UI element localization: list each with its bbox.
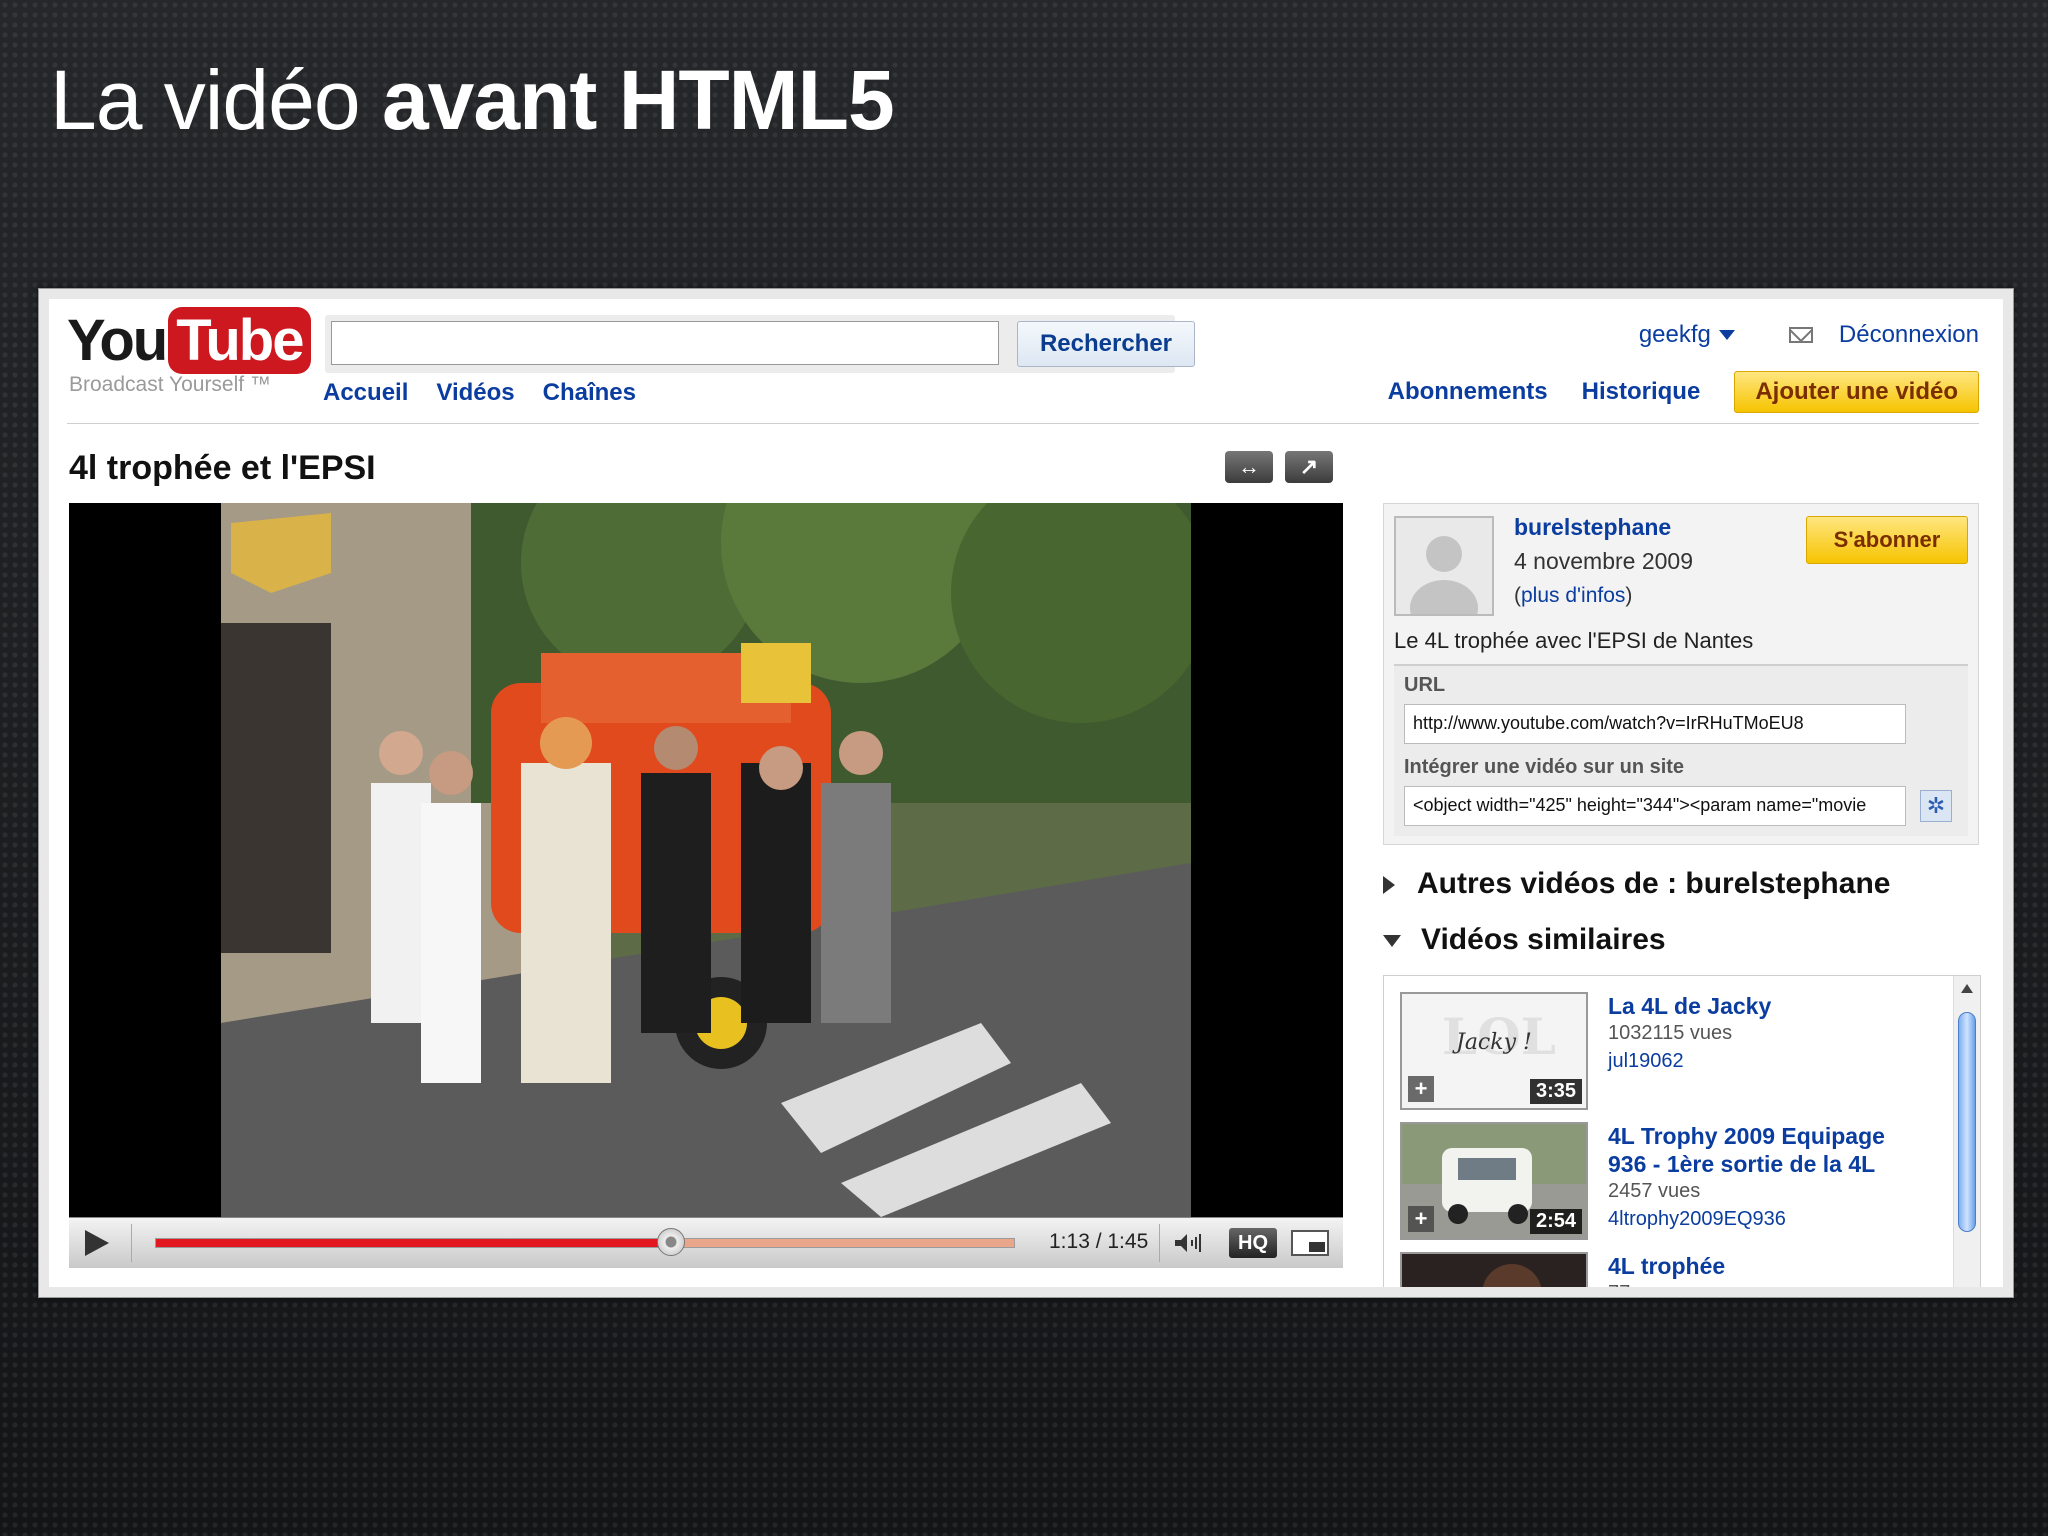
publish-date: 4 novembre 2009	[1514, 548, 1694, 574]
video-screen[interactable]	[69, 503, 1343, 1217]
search-input[interactable]	[331, 321, 999, 365]
view-count: 2457 vues	[1608, 1180, 1701, 1202]
collapse-icon	[1383, 935, 1401, 948]
nav-videos[interactable]: Vidéos	[436, 379, 514, 406]
video-title: 4l trophée et l'EPSI	[69, 449, 376, 487]
embed-label: Intégrer une vidéo sur un site	[1404, 756, 1685, 778]
list-item[interactable]: 4L trophée 77	[1400, 1252, 1940, 1287]
logo-you: You	[67, 308, 168, 373]
video-thumbnail[interactable]	[1400, 1252, 1588, 1287]
related-title-link[interactable]: 4L trophée	[1608, 1252, 1928, 1280]
video-player[interactable]: 1:13 / 1:45 HQ	[69, 503, 1343, 1268]
related-videos-list: LOL Jacky ! + 3:35 La 4L de Jacky 103211…	[1383, 975, 1981, 1287]
scrollbar[interactable]	[1953, 976, 1980, 1287]
mail-icon[interactable]	[1788, 327, 1813, 343]
slide-title-light: La vidéo	[50, 53, 361, 147]
hq-button[interactable]: HQ	[1229, 1228, 1277, 1258]
main-nav: Accueil Vidéos Chaînes	[323, 379, 664, 407]
account-nav: Abonnements Historique Ajouter une vidéo	[1388, 371, 1979, 413]
subscribe-button[interactable]: S'abonner	[1806, 516, 1968, 564]
divider	[1159, 1224, 1160, 1262]
related-title-link[interactable]: 4L Trophy 2009 Equipage 936 - 1ère sorti…	[1608, 1122, 1928, 1178]
time-display: 1:13 / 1:45	[1049, 1230, 1149, 1253]
view-count: 1032115 vues	[1608, 1022, 1733, 1044]
duration-badge: 2:54	[1529, 1209, 1582, 1234]
uploader-info-box: burelstephane 4 novembre 2009 (plus d'in…	[1383, 503, 1979, 845]
related-title: Vidéos similaires	[1421, 923, 1666, 956]
username-menu[interactable]: geekfg	[1639, 321, 1711, 349]
logout-link[interactable]: Déconnexion	[1839, 321, 1979, 349]
tagline: Broadcast Yourself ™	[69, 373, 271, 396]
more-from-title: Autres vidéos de : burelstephane	[1417, 867, 1891, 900]
header-divider	[67, 423, 1979, 424]
history-link[interactable]: Historique	[1582, 378, 1701, 406]
related-title-link[interactable]: La 4L de Jacky	[1608, 992, 1928, 1020]
share-panel: URL http://www.youtube.com/watch?v=IrRHu…	[1394, 664, 1968, 836]
volume-icon[interactable]	[1173, 1232, 1203, 1254]
seek-bar[interactable]	[155, 1228, 1015, 1256]
list-item[interactable]: + 2:54 4L Trophy 2009 Equipage 936 - 1èr…	[1400, 1122, 1940, 1242]
subscriptions-link[interactable]: Abonnements	[1388, 378, 1548, 406]
user-menu: geekfg Déconnexion	[1639, 321, 1979, 349]
view-count: 77	[1608, 1282, 1630, 1287]
uploader-link[interactable]: jul19062	[1608, 1050, 1684, 1073]
related-section[interactable]: Vidéos similaires	[1383, 923, 1666, 957]
nav-home[interactable]: Accueil	[323, 379, 408, 406]
thumbnail-caption: Jacky !	[1456, 1030, 1532, 1055]
add-icon[interactable]: +	[1408, 1076, 1434, 1102]
player-controls: 1:13 / 1:45 HQ	[69, 1217, 1343, 1268]
video-thumbnail[interactable]: + 2:54	[1400, 1122, 1588, 1240]
more-info-paren-open: (	[1514, 584, 1521, 607]
duration-badge: 3:35	[1529, 1079, 1582, 1104]
slide-title-bold: avant HTML5	[381, 53, 895, 147]
more-info-paren-close: )	[1625, 584, 1633, 607]
chevron-down-icon[interactable]	[1718, 330, 1735, 340]
channel-link[interactable]: burelstephane	[1514, 514, 1671, 541]
list-item[interactable]: LOL Jacky ! + 3:35 La 4L de Jacky 103211…	[1400, 992, 1940, 1112]
seek-handle[interactable]	[656, 1228, 685, 1256]
search-bar: Rechercher	[325, 315, 1195, 373]
upload-button[interactable]: Ajouter une vidéo	[1734, 371, 1979, 413]
fullscreen-icon[interactable]	[1291, 1230, 1329, 1256]
add-icon[interactable]: +	[1408, 1206, 1434, 1232]
video-frame-image	[221, 503, 1191, 1217]
popout-icon[interactable]: ↗	[1285, 451, 1333, 483]
gear-icon[interactable]: ✲	[1920, 790, 1952, 822]
browser-screenshot-frame: You Tube Broadcast Yourself ™ Rechercher …	[38, 288, 2014, 1298]
nav-channels[interactable]: Chaînes	[543, 379, 636, 406]
more-from-section[interactable]: Autres vidéos de : burelstephane	[1383, 867, 1890, 901]
resize-icon[interactable]: ↔	[1225, 451, 1273, 483]
scroll-thumb[interactable]	[1958, 1012, 1976, 1232]
divider	[131, 1224, 132, 1262]
scroll-up-icon[interactable]	[1961, 984, 1973, 993]
expand-icon	[1383, 876, 1395, 895]
seek-bar-played	[156, 1239, 671, 1247]
slide-title: La vidéo avant HTML5	[50, 52, 895, 149]
search-button[interactable]: Rechercher	[1017, 321, 1195, 367]
more-info-link[interactable]: plus d'infos	[1521, 584, 1625, 607]
more-info: (plus d'infos)	[1514, 584, 1632, 608]
video-thumbnail[interactable]: LOL Jacky ! + 3:35	[1400, 992, 1588, 1110]
youtube-page: You Tube Broadcast Yourself ™ Rechercher …	[49, 299, 2003, 1287]
video-description: Le 4L trophée avec l'EPSI de Nantes	[1394, 628, 1754, 653]
play-icon[interactable]	[85, 1230, 109, 1256]
youtube-logo[interactable]: You Tube	[67, 307, 311, 374]
url-label: URL	[1404, 674, 1446, 696]
avatar[interactable]	[1394, 516, 1494, 616]
embed-field[interactable]: <object width="425" height="344"><param …	[1404, 786, 1906, 826]
url-field[interactable]: http://www.youtube.com/watch?v=IrRHuTMoE…	[1404, 704, 1906, 744]
uploader-link[interactable]: 4ltrophy2009EQ936	[1608, 1208, 1786, 1231]
logo-tube: Tube	[168, 307, 311, 374]
